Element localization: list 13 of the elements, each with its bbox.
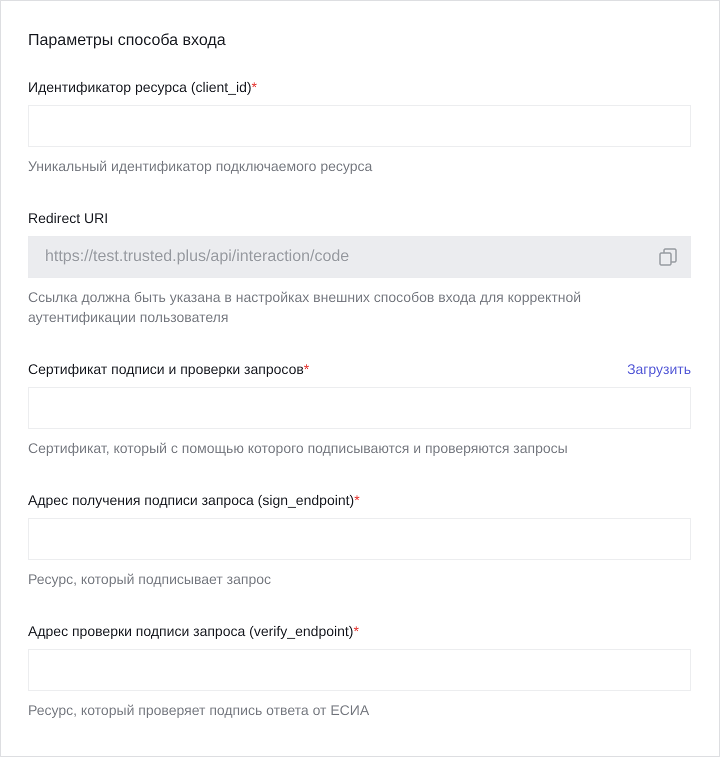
field-label: Redirect URI bbox=[28, 210, 108, 226]
field-hint: Уникальный идентификатор подключаемого ресурса bbox=[28, 157, 374, 176]
field-hint: Ресурс, который подписывает запрос bbox=[28, 570, 272, 589]
field-label: Идентификатор ресурса (client_id)* bbox=[28, 79, 257, 95]
field-label: Адрес проверки подписи запроса (verify_endpoint)* bbox=[28, 623, 359, 639]
copy-icon[interactable] bbox=[658, 247, 678, 267]
field-hint: Сертификат, который с помощью которого подписываются и проверяются запросы bbox=[28, 439, 569, 458]
section-title: Параметры способа входа bbox=[28, 31, 227, 51]
field-hint: Ресурс, который проверяет подпись ответа от ЕСИА bbox=[28, 701, 370, 720]
upload-link[interactable]: Загрузить bbox=[627, 361, 691, 377]
field-hint: Ссылка должна быть указана в настройках внешних способов входа для корректной аутентификации пользователя bbox=[28, 288, 582, 327]
field-label: Сертификат подписи и проверки запросов* bbox=[28, 361, 310, 377]
field-label: Адрес получения подписи запроса (sign_endpoint)* bbox=[28, 492, 360, 508]
